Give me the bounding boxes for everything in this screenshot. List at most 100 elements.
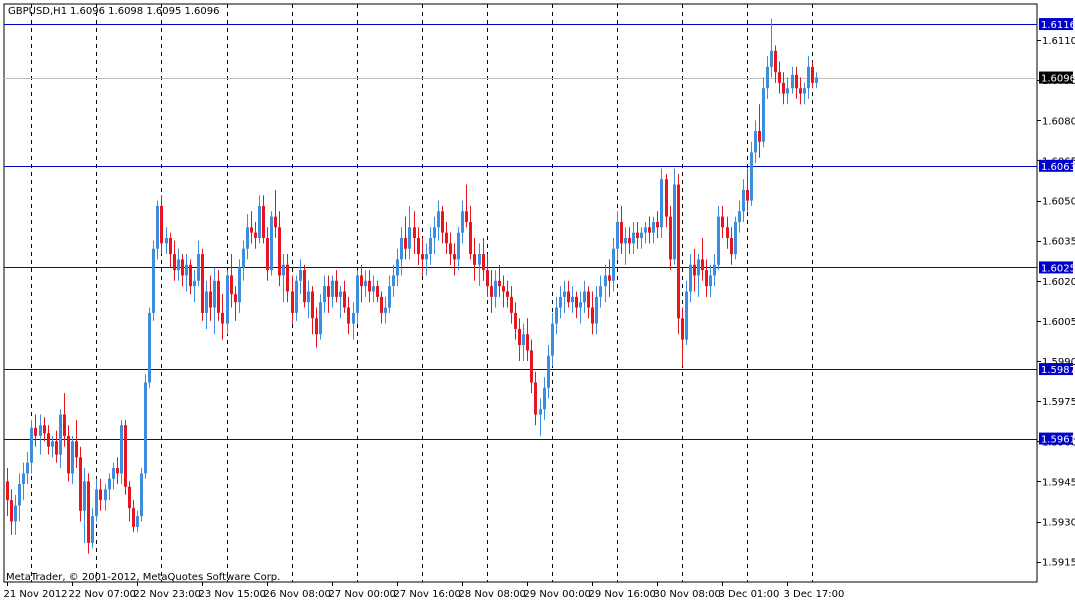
candle-body xyxy=(502,286,505,292)
candle-bearish xyxy=(201,248,204,321)
candle-body xyxy=(660,179,663,228)
candle-body xyxy=(108,478,111,490)
time-tick-label: 29 Nov 16:00 xyxy=(589,589,656,600)
candle-body xyxy=(717,216,720,265)
candle-body xyxy=(498,280,501,287)
candle-body xyxy=(384,307,387,313)
candle-body xyxy=(87,481,90,543)
price-tick-label: 1.6035 xyxy=(1042,237,1075,248)
candle-body xyxy=(144,382,147,474)
candle-body xyxy=(230,275,233,295)
price-tick-label: 1.6080 xyxy=(1042,116,1075,127)
level-price-label: 1.6063 xyxy=(1039,159,1075,173)
time-tick-label: 27 Nov 00:00 xyxy=(329,589,396,600)
price-tick-label: 1.6005 xyxy=(1042,317,1075,328)
candle-body xyxy=(67,435,70,474)
candle-body xyxy=(242,248,245,268)
copyright-label: MetaTrader, © 2001-2012, MetaQuotes Soft… xyxy=(6,572,280,583)
time-tick-label: 27 Nov 16:00 xyxy=(394,589,461,600)
candle-body xyxy=(453,254,456,260)
candle-body xyxy=(746,189,749,201)
time-tick-label: 22 Nov 23:00 xyxy=(134,589,201,600)
candle-body xyxy=(478,254,481,265)
candle-bullish xyxy=(734,216,737,260)
candle-body xyxy=(579,302,582,308)
candle-body xyxy=(791,74,794,89)
candle-body xyxy=(156,205,159,249)
candle-body xyxy=(400,238,403,260)
candle-body xyxy=(599,286,602,297)
candle-body xyxy=(738,211,741,222)
candle-body xyxy=(30,427,33,463)
candle-body xyxy=(441,211,444,233)
candle-body xyxy=(807,66,810,89)
candle-body xyxy=(673,184,676,260)
candle-body xyxy=(786,88,789,94)
price-tick-label: 1.6020 xyxy=(1042,277,1075,288)
price-axis[interactable]: 1.61101.60951.60801.60651.60501.60351.60… xyxy=(1037,18,1075,569)
candle-body xyxy=(815,77,818,83)
candle-body xyxy=(734,221,737,255)
candle-body xyxy=(482,254,485,271)
candle-body xyxy=(494,280,497,297)
candle-body xyxy=(51,441,54,447)
candle-body xyxy=(26,462,29,474)
candle-body xyxy=(530,350,533,383)
candle-body xyxy=(421,254,424,260)
candle-body xyxy=(339,291,342,297)
candle-body xyxy=(250,227,253,233)
time-axis[interactable]: 21 Nov 2012 22 Nov 07:0022 Nov 23:0023 No… xyxy=(4,582,845,600)
candle-body xyxy=(522,334,525,345)
candle-body xyxy=(335,280,338,297)
price-ticks: 1.61101.60951.60801.60651.60501.60351.60… xyxy=(1037,36,1075,569)
candle-body xyxy=(506,291,509,297)
candle-body xyxy=(677,184,680,319)
candle-body xyxy=(721,216,724,228)
candle-body xyxy=(612,248,615,281)
candle-body xyxy=(404,238,407,249)
symbol-label: GBPUSD,H1 xyxy=(8,6,67,17)
candle-body xyxy=(713,264,716,276)
candle-body xyxy=(408,227,411,249)
candle-body xyxy=(352,312,355,324)
price-chart[interactable]: 1.61101.60951.60801.60651.60501.60351.60… xyxy=(0,0,1075,602)
candle-body xyxy=(591,307,594,324)
candle-body xyxy=(778,72,781,83)
candle-body xyxy=(79,457,82,511)
candle-body xyxy=(473,254,476,265)
candle-body xyxy=(571,296,574,303)
candle-body xyxy=(116,468,119,474)
candle-body xyxy=(274,216,277,228)
candle-body xyxy=(632,232,635,244)
candle-body xyxy=(388,286,391,308)
candle-body xyxy=(669,216,672,260)
candle-body xyxy=(262,205,265,239)
candle-body xyxy=(490,286,493,297)
candle-body xyxy=(758,131,761,142)
candle-body xyxy=(128,486,131,509)
candle-body xyxy=(559,296,562,308)
level-price-label: 1.6116 xyxy=(1039,18,1075,31)
candle-body xyxy=(291,291,294,313)
current-price-label: 1.6096 xyxy=(1039,71,1075,85)
candle-body xyxy=(246,227,249,249)
candle-body xyxy=(608,275,611,281)
candle-body xyxy=(644,227,647,233)
candle-body xyxy=(624,238,627,244)
level-price-text: 1.6025 xyxy=(1041,263,1075,274)
candle-body xyxy=(205,291,208,313)
candle-body xyxy=(555,307,558,324)
candle-bearish xyxy=(677,173,680,335)
candle-body xyxy=(665,179,668,217)
candle-body xyxy=(18,484,21,506)
candle-body xyxy=(539,409,542,415)
candle-body xyxy=(563,291,566,297)
candle-body xyxy=(43,425,46,434)
candle-body xyxy=(39,425,42,436)
candle-body xyxy=(681,318,684,340)
price-tick-label: 1.5930 xyxy=(1042,518,1075,529)
candle-body xyxy=(425,254,428,260)
candle-body xyxy=(693,264,696,276)
candle-body xyxy=(762,88,765,142)
candle-body xyxy=(83,481,86,511)
